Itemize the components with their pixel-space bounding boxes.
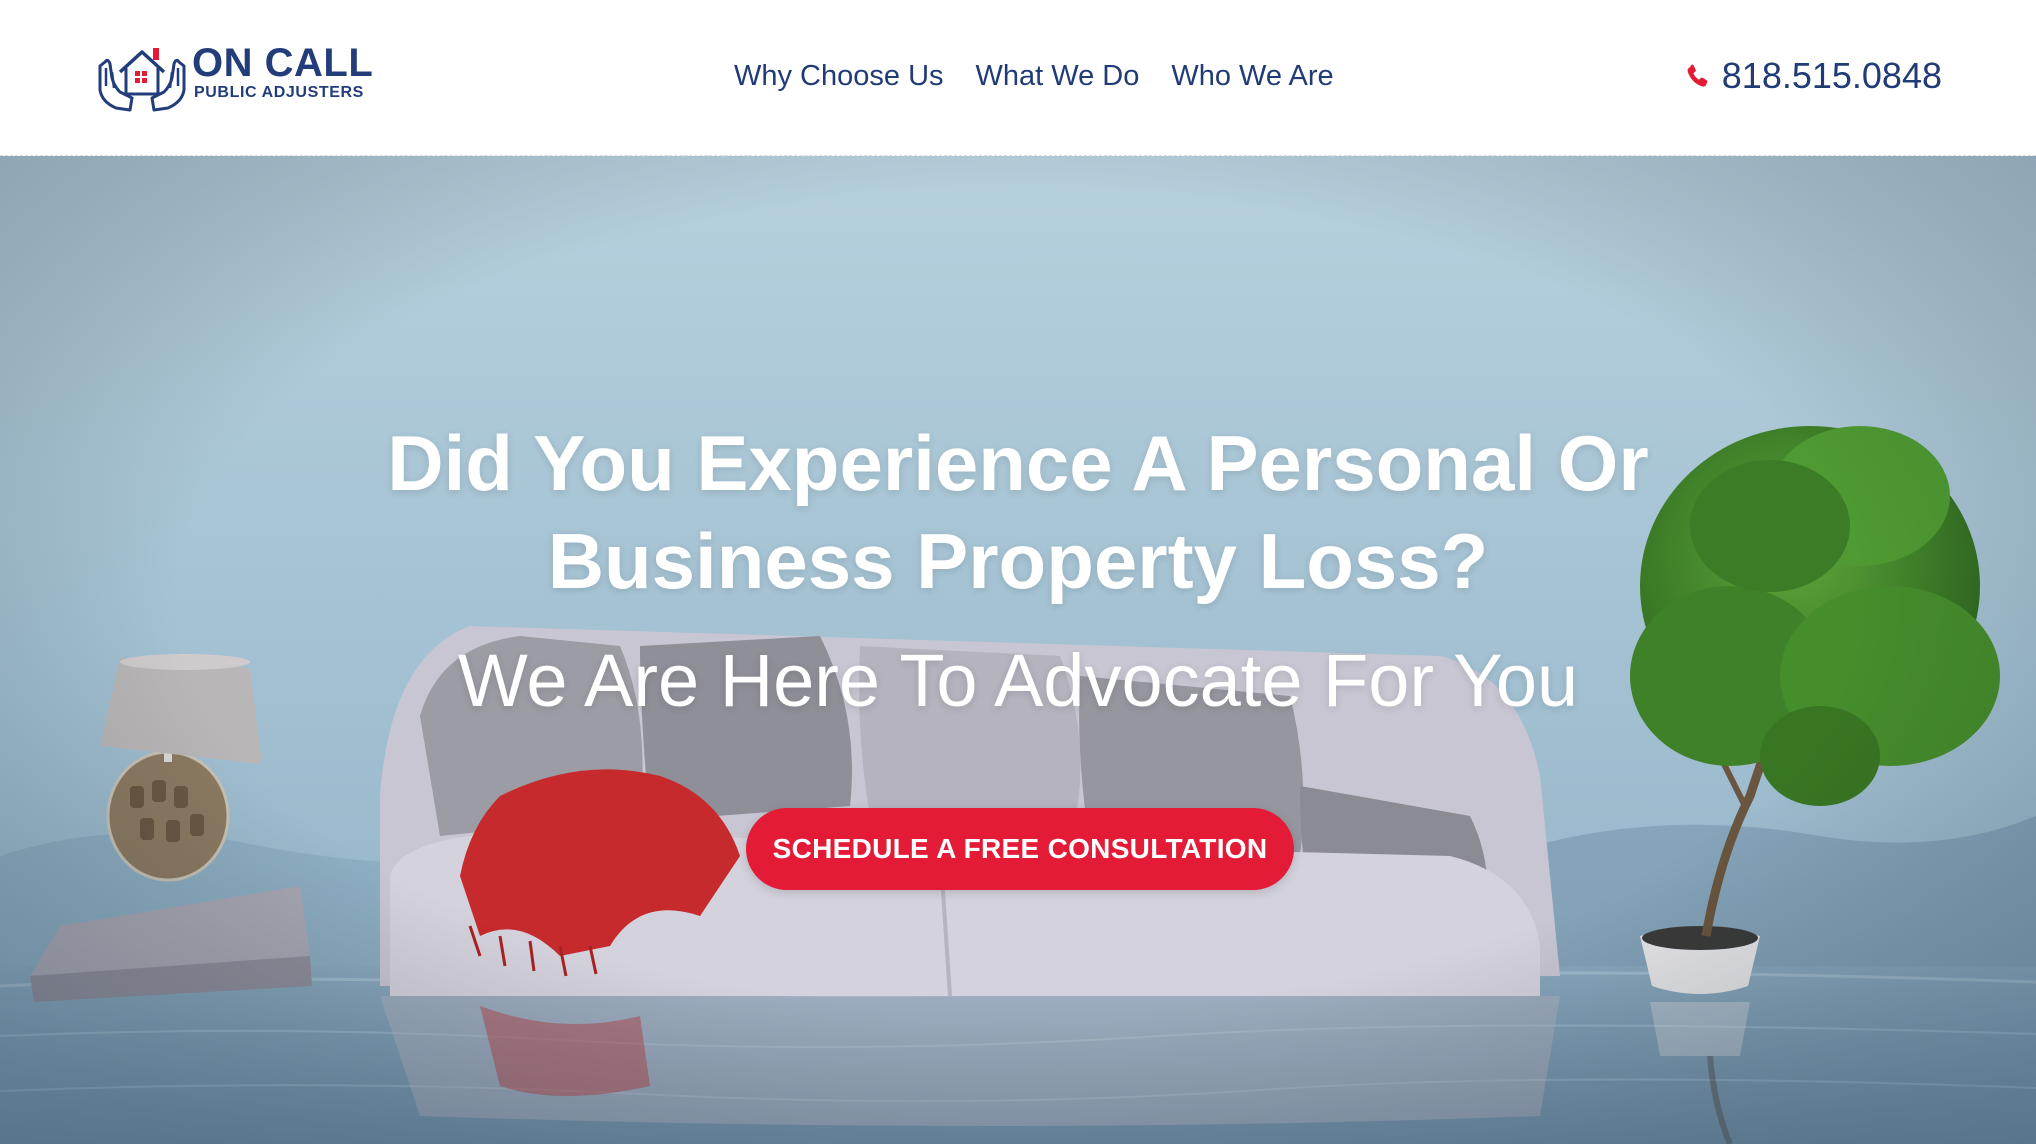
hero-subheading: We Are Here To Advocate For You [457, 639, 1579, 722]
logo-tagline: PUBLIC ADJUSTERS [194, 84, 364, 101]
nav-who-we-are[interactable]: Who We Are [1171, 56, 1333, 96]
phone-link[interactable]: 818.515.0848 [1684, 54, 1942, 98]
phone-number: 818.515.0848 [1721, 55, 1942, 96]
hero-section: Did You Experience A Personal Or Busines… [0, 156, 2036, 1144]
hero-heading: Did You Experience A Personal Or Busines… [387, 419, 1649, 605]
main-nav: Why Choose Us What We Do Who We Are [734, 56, 1334, 96]
logo-wordmark: ON CALL [192, 41, 374, 85]
site-logo[interactable]: ON CALL PUBLIC ADJUSTERS [96, 38, 376, 112]
schedule-consultation-button[interactable]: SCHEDULE A FREE CONSULTATION [746, 808, 1294, 890]
hero-content: Did You Experience A Personal Or Busines… [0, 156, 2036, 1144]
nav-why-choose-us[interactable]: Why Choose Us [734, 56, 944, 96]
house-hands-logo-icon [98, 48, 186, 112]
phone-icon [1687, 64, 1708, 87]
nav-what-we-do[interactable]: What We Do [976, 56, 1140, 96]
site-header: ON CALL PUBLIC ADJUSTERS Why Choose Us W… [0, 0, 2036, 156]
